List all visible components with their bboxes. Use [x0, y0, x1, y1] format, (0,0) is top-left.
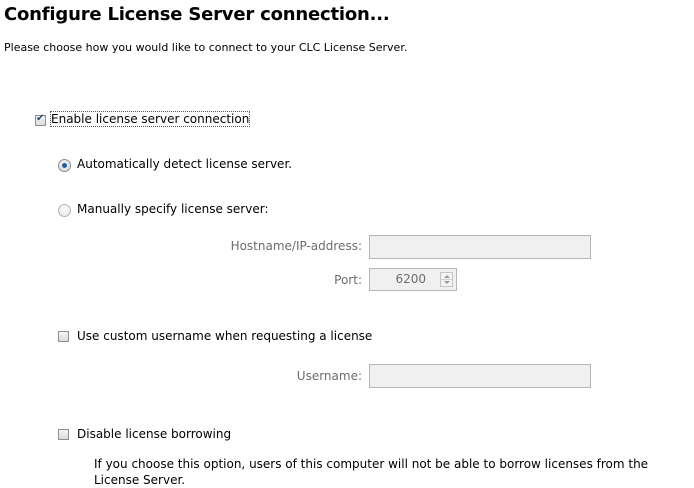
spin-up-icon[interactable]	[444, 275, 450, 278]
page-subtitle: Please choose how you would like to conn…	[4, 41, 408, 54]
username-input[interactable]	[369, 364, 591, 388]
manual-label[interactable]: Manually specify license server:	[77, 202, 269, 216]
port-spin-buttons[interactable]	[440, 272, 453, 287]
borrowing-note-line2: License Server.	[94, 473, 186, 487]
custom-username-label[interactable]: Use custom username when requesting a li…	[77, 329, 372, 343]
disable-borrowing-label[interactable]: Disable license borrowing	[77, 427, 231, 441]
auto-detect-radio[interactable]	[58, 159, 71, 172]
port-label: Port:	[334, 273, 362, 287]
hostname-label: Hostname/IP-address:	[230, 239, 362, 253]
port-spinner[interactable]: 6200	[369, 268, 457, 291]
port-value: 6200	[395, 272, 426, 286]
page-title: Configure License Server connection...	[4, 4, 390, 25]
borrowing-note-line1: If you choose this option, users of this…	[94, 457, 649, 471]
username-label: Username:	[296, 369, 362, 383]
manual-radio[interactable]	[58, 204, 71, 217]
auto-detect-label[interactable]: Automatically detect license server.	[77, 157, 292, 171]
enable-connection-checkbox[interactable]	[35, 113, 46, 126]
hostname-input[interactable]	[369, 235, 591, 259]
custom-username-checkbox[interactable]	[58, 331, 69, 342]
disable-borrowing-checkbox[interactable]	[58, 429, 69, 440]
enable-connection-label[interactable]: Enable license server connection	[49, 111, 251, 127]
spin-down-icon[interactable]	[444, 281, 450, 284]
